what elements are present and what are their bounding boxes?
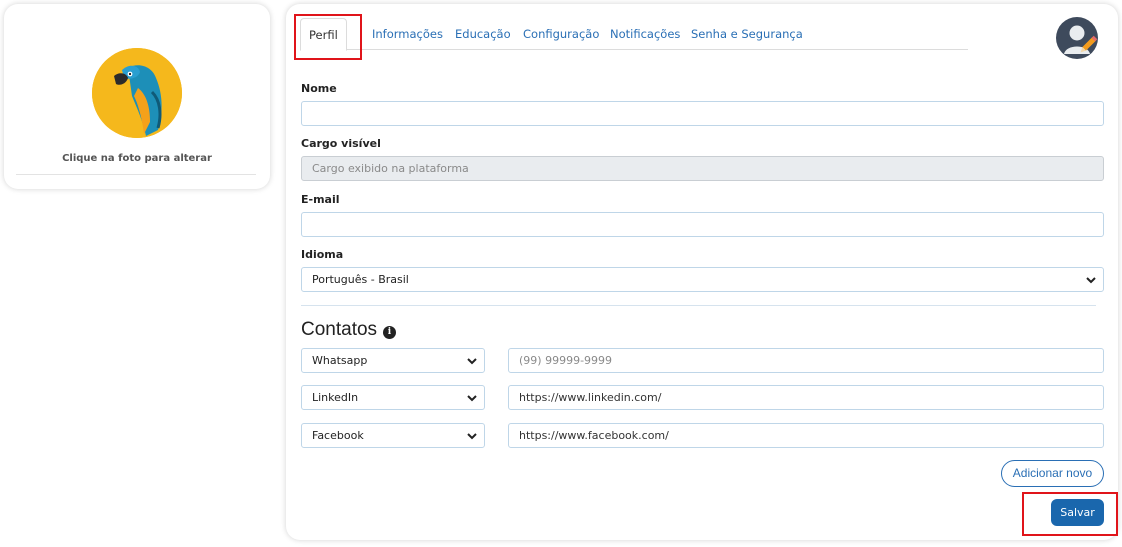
email-label: E-mail: [301, 193, 340, 206]
contact-type-select-3[interactable]: Facebook: [301, 423, 485, 448]
nome-label: Nome: [301, 82, 337, 95]
photo-change-hint: Clique na foto para alterar: [62, 153, 212, 164]
info-icon[interactable]: i: [383, 326, 396, 339]
user-avatar-edit-icon[interactable]: [1056, 16, 1102, 62]
nome-input[interactable]: [301, 101, 1104, 126]
chevron-down-icon: [467, 395, 477, 402]
chevron-down-icon: [1086, 277, 1096, 284]
tab-configuracao[interactable]: Configuração: [523, 18, 599, 50]
contact-value-input-1[interactable]: [508, 348, 1104, 373]
tab-notificacoes[interactable]: Notificações: [610, 18, 680, 50]
cargo-input[interactable]: [301, 156, 1104, 181]
contact-value-input-3[interactable]: [508, 423, 1104, 448]
idioma-label: Idioma: [301, 248, 344, 261]
idioma-select[interactable]: Português - Brasil: [301, 267, 1104, 292]
profile-photo-parrot[interactable]: [92, 48, 182, 138]
chevron-down-icon: [467, 358, 477, 365]
add-contact-button[interactable]: Adicionar novo: [1001, 460, 1104, 487]
contact-type-value: Whatsapp: [312, 354, 368, 367]
save-button[interactable]: Salvar: [1051, 499, 1104, 526]
contacts-title: Contatos: [301, 319, 378, 340]
contact-type-select-1[interactable]: Whatsapp: [301, 348, 485, 373]
contact-type-select-2[interactable]: LinkedIn: [301, 385, 485, 410]
profile-main-card: Perfil Informações Educação Configuração…: [286, 4, 1118, 540]
tab-senha-seguranca[interactable]: Senha e Segurança: [691, 18, 803, 50]
tab-informacoes[interactable]: Informações: [372, 18, 443, 50]
section-divider: [301, 305, 1096, 306]
contact-type-value: Facebook: [312, 429, 364, 442]
parrot-image: [92, 48, 182, 138]
idioma-selected-value: Português - Brasil: [312, 273, 409, 286]
tab-perfil[interactable]: Perfil: [300, 18, 347, 51]
tab-educacao[interactable]: Educação: [455, 18, 511, 50]
photo-card-divider: [16, 174, 256, 175]
contact-value-input-2[interactable]: [508, 385, 1104, 410]
email-input[interactable]: [301, 212, 1104, 237]
profile-photo-card: Clique na foto para alterar: [4, 4, 270, 189]
chevron-down-icon: [467, 433, 477, 440]
contact-type-value: LinkedIn: [312, 391, 359, 404]
profile-tabs: Perfil Informações Educação Configuração…: [300, 18, 968, 51]
cargo-label: Cargo visível: [301, 137, 381, 150]
